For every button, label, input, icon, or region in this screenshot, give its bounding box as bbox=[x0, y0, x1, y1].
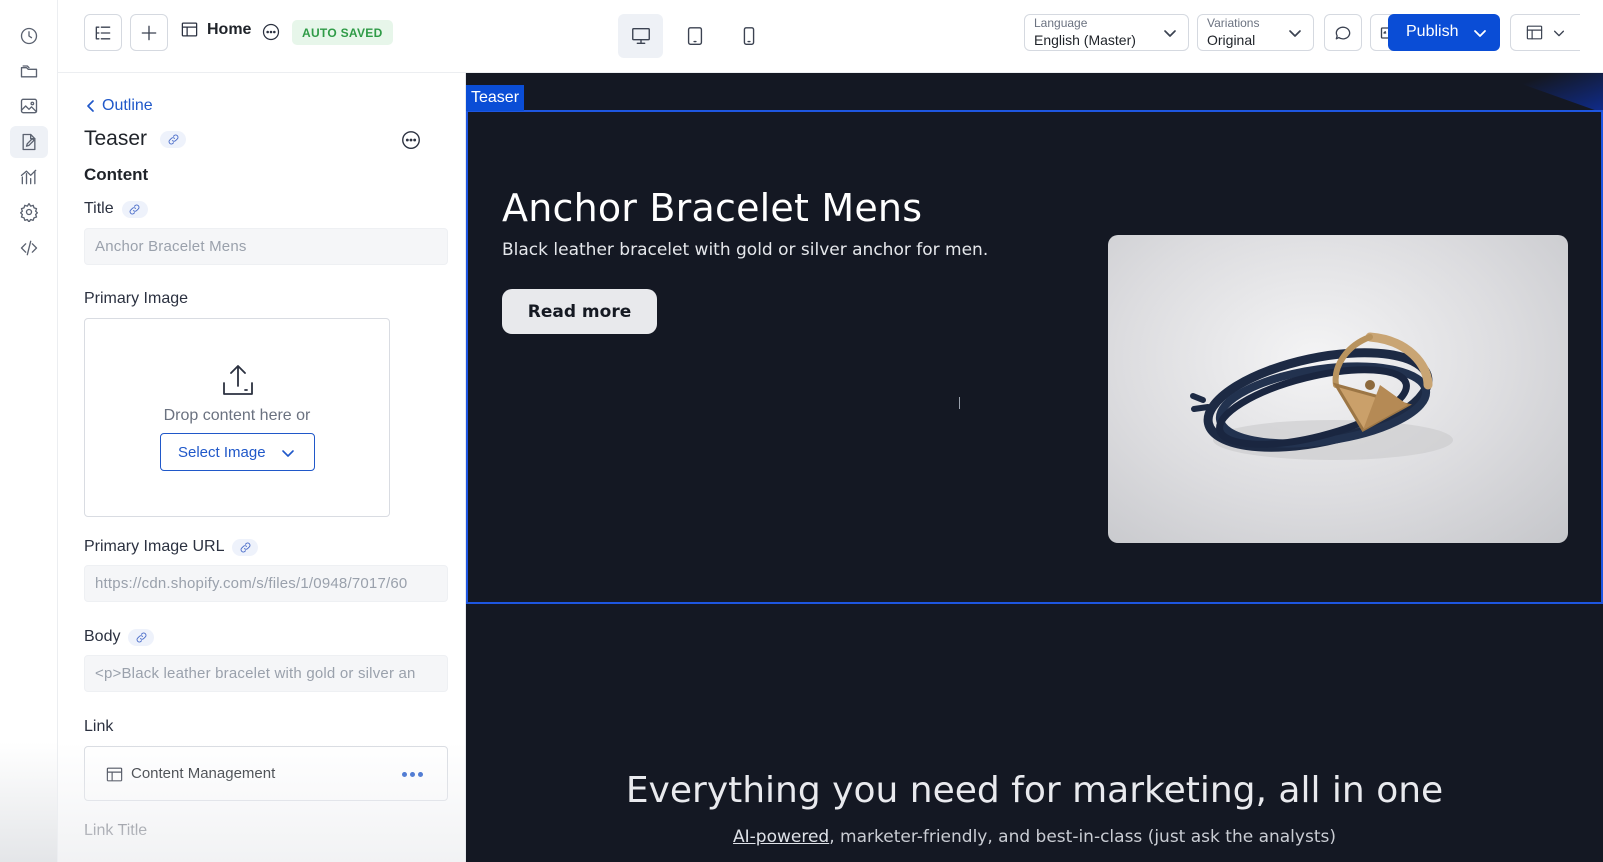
add-button[interactable] bbox=[130, 14, 168, 51]
hero-body: Black leather bracelet with gold or silv… bbox=[502, 240, 989, 260]
variations-select[interactable]: Variations Original bbox=[1197, 14, 1314, 51]
layout-icon bbox=[181, 22, 198, 37]
tablet-icon bbox=[687, 27, 702, 45]
folders-icon bbox=[20, 65, 38, 78]
content-editor-button[interactable] bbox=[10, 126, 48, 158]
history-icon bbox=[20, 27, 38, 45]
title-label: Title bbox=[84, 200, 114, 217]
decorative-accent bbox=[1491, 73, 1603, 113]
chevron-left-icon bbox=[87, 100, 94, 112]
desktop-view-button[interactable] bbox=[618, 14, 663, 58]
settings-button[interactable] bbox=[10, 196, 48, 228]
select-image-button[interactable]: Select Image bbox=[160, 433, 315, 471]
title-field-label: Title bbox=[84, 200, 148, 218]
page-options-button[interactable] bbox=[261, 22, 281, 42]
select-image-label: Select Image bbox=[178, 444, 266, 461]
edit-page-icon bbox=[22, 133, 36, 151]
analytics-button[interactable] bbox=[10, 161, 48, 193]
page-selector[interactable]: Home bbox=[180, 20, 251, 39]
mobile-view-button[interactable] bbox=[726, 14, 771, 58]
title-input[interactable]: Anchor Bracelet Mens bbox=[84, 228, 448, 265]
image-drop-zone[interactable]: Drop content here or Select Image bbox=[84, 318, 390, 517]
chevron-down-icon bbox=[280, 445, 296, 461]
read-more-button[interactable]: Read more bbox=[502, 289, 657, 334]
comment-icon bbox=[1335, 26, 1351, 40]
layout-icon bbox=[105, 765, 124, 784]
outline-toggle-button[interactable] bbox=[84, 14, 122, 51]
language-select[interactable]: Language English (Master) bbox=[1024, 14, 1189, 51]
body-link-button[interactable] bbox=[128, 628, 155, 646]
body-input[interactable]: <p>Black leather bracelet with gold or s… bbox=[84, 655, 448, 692]
primary-image-url-label: Primary Image URL bbox=[84, 538, 225, 555]
link-target[interactable]: Content Management bbox=[84, 746, 448, 801]
panel-layout-icon bbox=[1526, 25, 1543, 40]
left-rail bbox=[0, 0, 58, 862]
component-link-button[interactable] bbox=[160, 131, 186, 148]
analytics-icon bbox=[20, 169, 37, 185]
chevron-down-icon bbox=[1287, 25, 1303, 41]
settings-icon bbox=[20, 203, 38, 222]
link-icon bbox=[129, 204, 140, 214]
variations-caption: Variations bbox=[1207, 16, 1260, 30]
plus-icon bbox=[141, 25, 157, 40]
upload-icon bbox=[219, 361, 257, 399]
variations-value: Original bbox=[1207, 32, 1256, 48]
code-icon bbox=[20, 240, 38, 256]
component-options-button[interactable] bbox=[400, 129, 422, 151]
component-title: Teaser bbox=[84, 127, 148, 150]
link-title-label: Link Title bbox=[84, 822, 148, 839]
drop-content-text: Drop content here or bbox=[163, 407, 311, 424]
section-subheading-text: , marketer-friendly, and best-in-class (… bbox=[829, 827, 1336, 847]
selected-component-tag[interactable]: Teaser bbox=[466, 85, 525, 111]
body-field-label: Body bbox=[84, 628, 155, 646]
folders-button[interactable] bbox=[10, 55, 48, 87]
mobile-icon bbox=[743, 27, 754, 45]
back-to-outline-link[interactable]: Outline bbox=[84, 97, 153, 115]
language-value: English (Master) bbox=[1034, 32, 1136, 48]
content-section-title: Content bbox=[84, 165, 149, 184]
product-image bbox=[1108, 235, 1568, 543]
rail-fade bbox=[0, 742, 57, 862]
tablet-view-button[interactable] bbox=[672, 14, 717, 58]
language-caption: Language bbox=[1034, 16, 1088, 30]
link-label: Link bbox=[84, 718, 114, 735]
comments-button[interactable] bbox=[1324, 14, 1362, 51]
primary-image-url-input[interactable]: https://cdn.shopify.com/s/files/1/0948/7… bbox=[84, 565, 448, 602]
link-icon bbox=[168, 134, 178, 145]
link-target-label: Content Management bbox=[131, 765, 276, 782]
media-button[interactable] bbox=[10, 90, 48, 122]
layout-toggle-button[interactable] bbox=[1510, 14, 1580, 51]
developer-button[interactable] bbox=[10, 232, 48, 264]
hero-title: Anchor Bracelet Mens bbox=[502, 186, 923, 230]
body-label: Body bbox=[84, 628, 121, 645]
primary-image-url-field-label: Primary Image URL bbox=[84, 538, 259, 556]
properties-panel: Outline Teaser Content Title Anchor Brac… bbox=[58, 73, 466, 862]
outline-label: Outline bbox=[102, 97, 153, 114]
page-name: Home bbox=[207, 20, 252, 38]
link-icon bbox=[240, 542, 251, 552]
chevron-down-icon bbox=[1472, 25, 1488, 41]
desktop-icon bbox=[631, 27, 650, 45]
history-button[interactable] bbox=[10, 20, 48, 52]
more-circle-icon bbox=[402, 131, 420, 149]
preview-canvas: Teaser Anchor Bracelet Mens Black leathe… bbox=[466, 73, 1603, 862]
title-link-button[interactable] bbox=[121, 200, 148, 218]
top-bar: Home AUTO SAVED Language English (Master… bbox=[58, 0, 1603, 73]
chevron-down-icon bbox=[1553, 30, 1565, 36]
primary-image-label: Primary Image bbox=[84, 290, 189, 307]
publish-button[interactable]: Publish bbox=[1388, 14, 1500, 51]
more-circle-icon bbox=[262, 23, 280, 41]
primary-image-url-link-button[interactable] bbox=[232, 538, 259, 556]
image-icon bbox=[20, 98, 38, 114]
section-heading: Everything you need for marketing, all i… bbox=[625, 770, 1444, 811]
status-badge: AUTO SAVED bbox=[292, 20, 393, 45]
chevron-down-icon bbox=[1162, 25, 1178, 41]
tree-list-icon bbox=[95, 26, 111, 39]
link-icon bbox=[136, 632, 147, 642]
ai-powered-link[interactable]: AI-powered bbox=[733, 827, 829, 847]
text-cursor bbox=[959, 397, 960, 409]
link-options-button[interactable] bbox=[402, 772, 423, 777]
publish-label: Publish bbox=[1406, 23, 1459, 40]
section-subheading: AI-powered, marketer-friendly, and best-… bbox=[466, 827, 1603, 847]
